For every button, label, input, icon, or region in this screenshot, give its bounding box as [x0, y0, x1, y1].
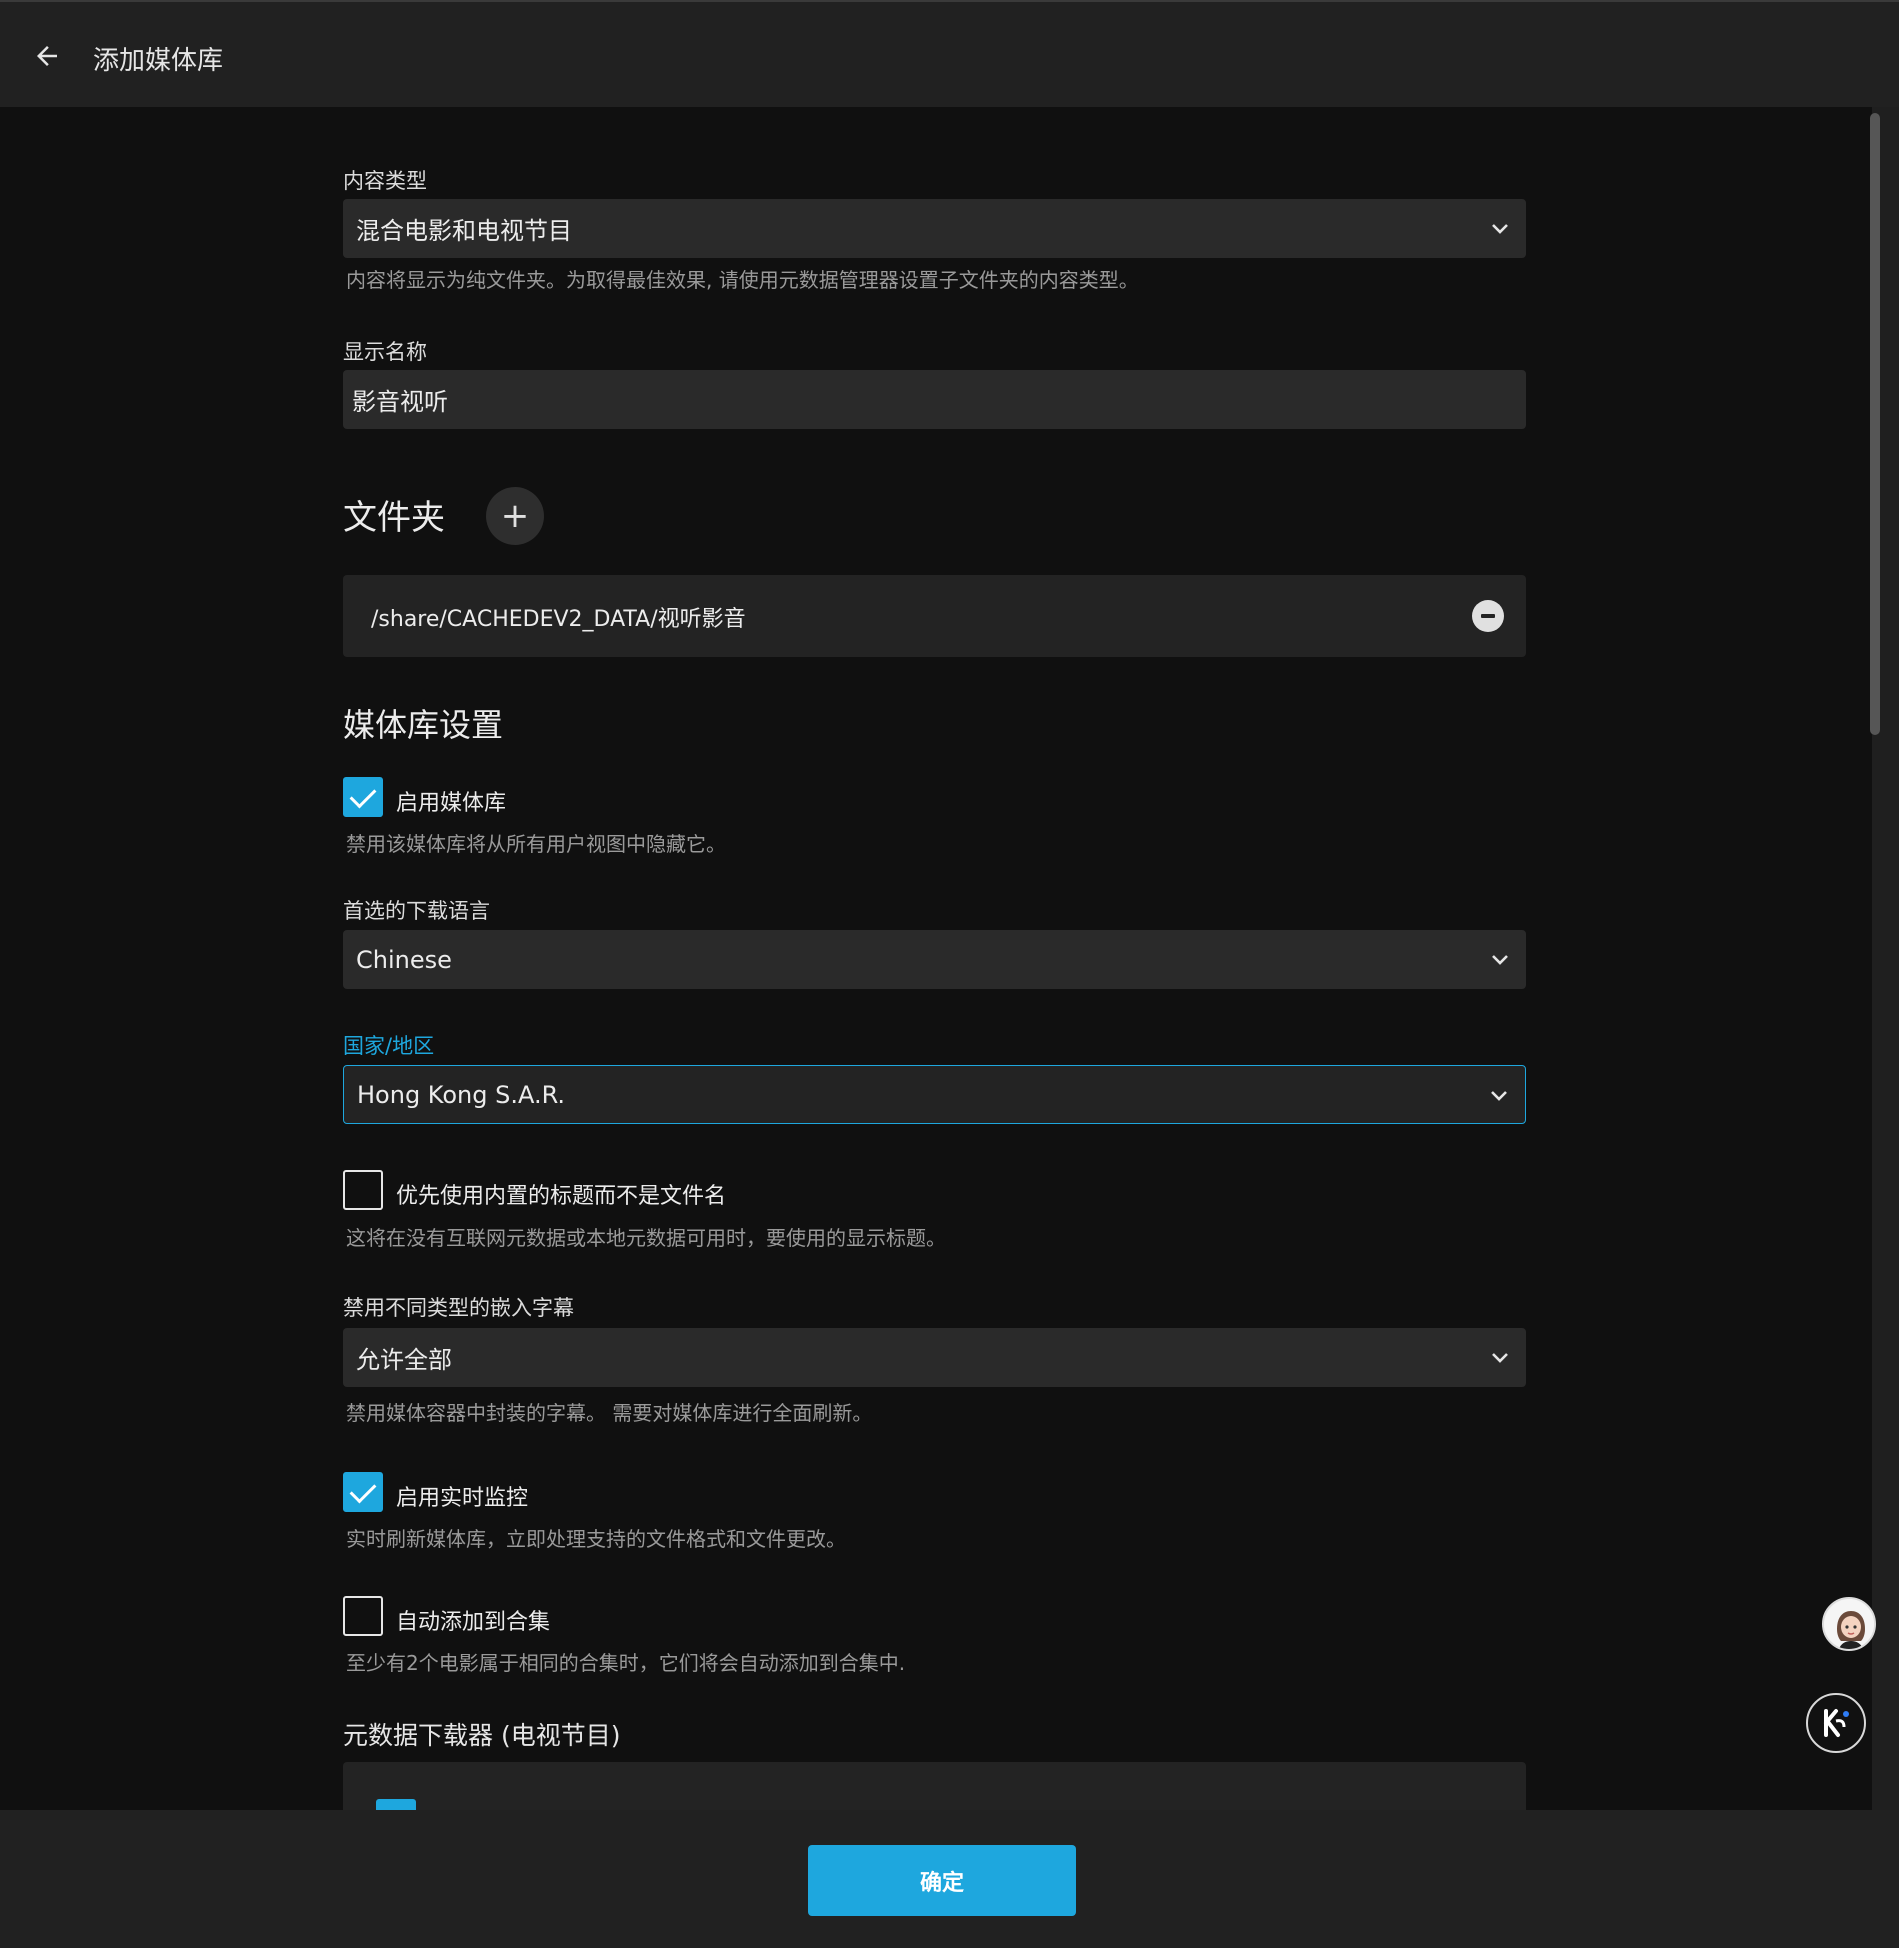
metadata-downloaders-tv-heading: 元数据下载器 (电视节目) — [343, 1721, 621, 1750]
disable-subtitles-value: 允许全部 — [356, 1346, 452, 1374]
disable-subtitles-select[interactable]: 允许全部 — [343, 1328, 1526, 1387]
display-name-input[interactable]: 影音视听 — [343, 370, 1526, 429]
content-type-select[interactable]: 混合电影和电视节目 — [343, 199, 1526, 258]
arrow-left-icon — [37, 46, 57, 66]
folders-heading: 文件夹 — [343, 498, 445, 538]
country-label: 国家/地区 — [343, 1034, 435, 1058]
chevron-down-icon — [1492, 224, 1508, 234]
prefer-embedded-titles-checkbox[interactable] — [343, 1170, 383, 1210]
chevron-down-icon — [1492, 955, 1508, 965]
plus-icon: + — [500, 496, 530, 536]
assistant-avatar-button[interactable] — [1822, 1597, 1876, 1651]
minus-circle-icon — [1481, 614, 1495, 618]
prefer-embedded-titles-help: 这将在没有互联网元数据或本地元数据可用时，要使用的显示标题。 — [346, 1226, 946, 1250]
auto-collections-checkbox[interactable] — [343, 1596, 383, 1636]
prefer-embedded-titles-label[interactable]: 优先使用内置的标题而不是文件名 — [396, 1178, 726, 1210]
k-logo-icon — [1824, 1709, 1849, 1737]
content-type-value: 混合电影和电视节目 — [356, 217, 572, 245]
display-name-label: 显示名称 — [343, 340, 427, 364]
enable-library-help: 禁用该媒体库将从所有用户视图中隐藏它。 — [346, 832, 726, 856]
chevron-down-icon — [1492, 1353, 1508, 1363]
enable-library-checkbox[interactable] — [343, 777, 383, 817]
library-settings-heading: 媒体库设置 — [343, 706, 504, 744]
form-scroll-area: 内容类型 混合电影和电视节目 内容将显示为纯文件夹。为取得最佳效果, 请使用元数… — [0, 107, 1872, 1810]
country-value: Hong Kong S.A.R. — [357, 1080, 566, 1109]
disable-subtitles-help: 禁用媒体容器中封装的字幕。 需要对媒体库进行全面刷新。 — [346, 1401, 873, 1425]
footer-bar: 确定 — [0, 1810, 1899, 1948]
scrollbar-thumb[interactable] — [1870, 113, 1880, 735]
app-header: 添加媒体库 — [0, 0, 1899, 107]
content-type-label: 内容类型 — [343, 169, 427, 193]
disable-subtitles-label: 禁用不同类型的嵌入字幕 — [343, 1296, 574, 1320]
auto-collections-label[interactable]: 自动添加到合集 — [396, 1604, 550, 1636]
content-type-help: 内容将显示为纯文件夹。为取得最佳效果, 请使用元数据管理器设置子文件夹的内容类型… — [346, 268, 1139, 292]
k-logo-button[interactable] — [1806, 1693, 1866, 1753]
download-language-label: 首选的下载语言 — [343, 899, 490, 923]
auto-collections-help: 至少有2个电影属于相同的合集时，它们将会自动添加到合集中. — [346, 1651, 906, 1675]
back-button[interactable] — [25, 34, 69, 78]
add-folder-button[interactable]: + — [486, 487, 544, 545]
ok-button[interactable]: 确定 — [808, 1845, 1076, 1916]
download-language-select[interactable]: Chinese — [343, 930, 1526, 989]
downloader-checkbox[interactable] — [376, 1799, 416, 1810]
realtime-monitor-checkbox[interactable] — [343, 1472, 383, 1512]
folder-path: /share/CACHEDEV2_DATA/视听影音 — [371, 607, 746, 632]
chevron-down-icon — [1491, 1091, 1507, 1101]
enable-library-label[interactable]: 启用媒体库 — [396, 785, 506, 817]
folder-row: /share/CACHEDEV2_DATA/视听影音 — [343, 575, 1526, 657]
page-title: 添加媒体库 — [93, 46, 224, 76]
download-language-value: Chinese — [356, 945, 452, 974]
realtime-monitor-help: 实时刷新媒体库，立即处理支持的文件格式和文件更改。 — [346, 1527, 846, 1551]
remove-folder-button[interactable] — [1472, 600, 1504, 632]
country-select[interactable]: Hong Kong S.A.R. — [343, 1065, 1526, 1124]
realtime-monitor-label[interactable]: 启用实时监控 — [396, 1480, 528, 1512]
metadata-downloaders-tv-list — [343, 1762, 1526, 1810]
